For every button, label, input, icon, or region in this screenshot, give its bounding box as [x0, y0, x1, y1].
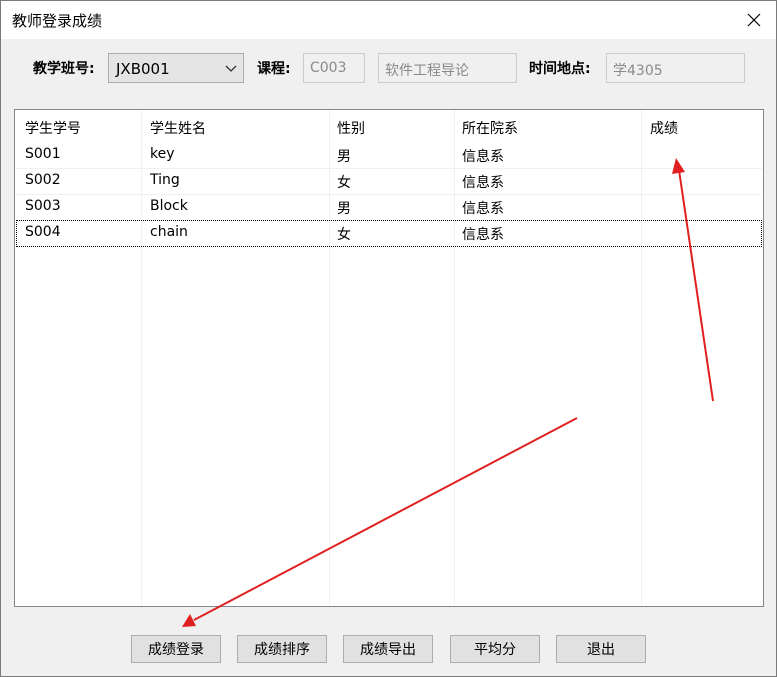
class-label: 教学班号:	[33, 61, 95, 77]
course-name-field[interactable]: 软件工程导论	[378, 53, 517, 83]
cell-gender: 男	[337, 149, 351, 165]
close-icon	[747, 13, 761, 27]
cell-student-id: S003	[25, 198, 61, 214]
cell-gender: 男	[337, 201, 351, 217]
class-select-value: JXB001	[116, 60, 170, 78]
course-label: 课程:	[257, 61, 291, 77]
title-bar: 教师登录成绩	[1, 1, 776, 39]
enter-grades-button[interactable]: 成绩登录	[131, 635, 221, 663]
column-header-student-name[interactable]: 学生姓名	[150, 118, 206, 138]
cell-student-id: S001	[25, 146, 61, 162]
exit-button[interactable]: 退出	[556, 635, 646, 663]
cell-department: 信息系	[462, 201, 504, 217]
column-header-department[interactable]: 所在院系	[462, 118, 518, 138]
grade-entry-window: 教师登录成绩 教学班号: JXB001 课程: C003 软件工程导论 时间地点…	[0, 0, 777, 677]
cell-student-name: Block	[150, 198, 188, 214]
cell-student-name: chain	[150, 224, 188, 240]
column-header-student-id[interactable]: 学生学号	[25, 118, 81, 138]
cell-gender: 女	[337, 227, 351, 243]
column-header-gender[interactable]: 性别	[337, 118, 365, 138]
chevron-down-icon	[225, 65, 237, 72]
time-place-label: 时间地点:	[529, 61, 591, 77]
class-select[interactable]: JXB001	[108, 53, 244, 83]
sort-grades-button[interactable]: 成绩排序	[237, 635, 327, 663]
table-row[interactable]: S001 key 男 信息系	[16, 142, 762, 169]
course-code-field[interactable]: C003	[303, 53, 365, 83]
close-button[interactable]	[738, 5, 770, 35]
window-title: 教师登录成绩	[12, 12, 103, 30]
cell-student-id: S002	[25, 172, 61, 188]
export-grades-button[interactable]: 成绩导出	[343, 635, 433, 663]
table-row[interactable]: S002 Ting 女 信息系	[16, 168, 762, 195]
cell-student-name: key	[150, 146, 175, 162]
cell-student-name: Ting	[150, 172, 180, 188]
cell-department: 信息系	[462, 227, 504, 243]
cell-gender: 女	[337, 175, 351, 191]
cell-department: 信息系	[462, 175, 504, 191]
cell-student-id: S004	[25, 224, 61, 240]
time-place-field[interactable]: 学4305	[606, 53, 745, 83]
column-header-grade[interactable]: 成绩	[650, 118, 678, 138]
table-row-selected[interactable]: S004 chain 女 信息系	[16, 220, 762, 247]
table-row[interactable]: S003 Block 男 信息系	[16, 194, 762, 221]
cell-department: 信息系	[462, 149, 504, 165]
student-list[interactable]: 学生学号 学生姓名 性别 所在院系 成绩 S001 key 男 信息系 S002…	[14, 109, 764, 607]
average-button[interactable]: 平均分	[450, 635, 540, 663]
